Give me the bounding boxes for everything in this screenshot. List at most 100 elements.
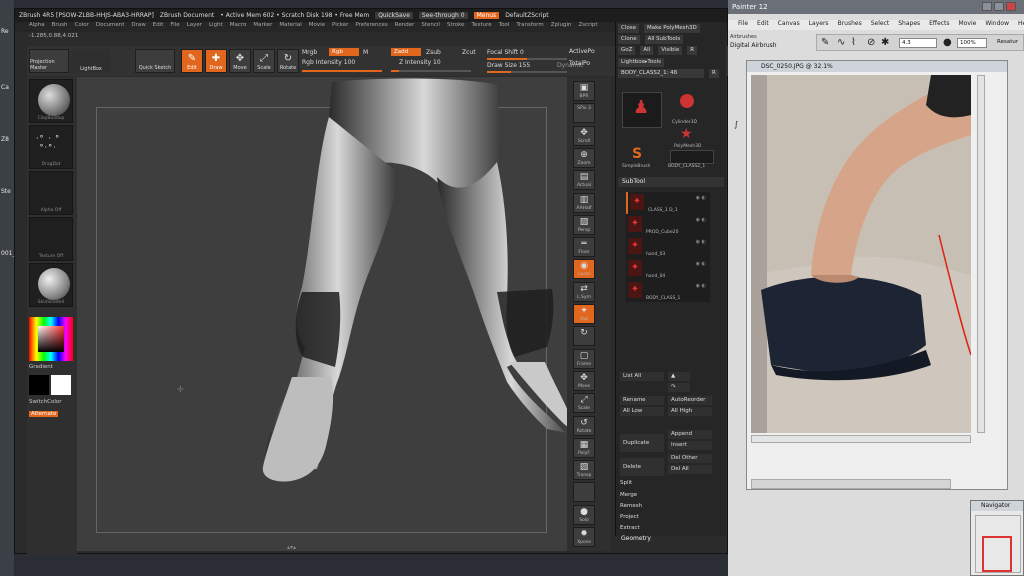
shelf-button-polyf[interactable]: ▦ PolyF — [573, 437, 595, 458]
visibility-icon[interactable]: ◉ ◐ — [696, 239, 706, 245]
desktop-icon-label[interactable]: Re — [1, 28, 9, 35]
shelf-button-persp[interactable]: ▧ Persp — [573, 214, 595, 235]
desktop-icon-label[interactable]: Ste — [1, 188, 11, 195]
material-selector[interactable]: SkinShade4 — [29, 263, 73, 307]
menu-item[interactable]: Zscript — [578, 22, 597, 32]
draw-button[interactable]: ✚ Draw — [205, 49, 227, 73]
freehand-icon[interactable]: ⌇ — [851, 37, 856, 48]
document-canvas[interactable]: ▴▾▴ — [77, 77, 587, 551]
duplicate-button[interactable]: Duplicate — [620, 434, 664, 452]
size-field[interactable]: 4.3 — [899, 38, 937, 48]
alpha-selector[interactable]: Alpha Off — [29, 171, 73, 215]
texture-selector[interactable]: Texture Off — [29, 217, 73, 261]
goz-button[interactable]: GoZ — [618, 46, 636, 55]
edit-button[interactable]: ✎ Edit — [181, 49, 203, 73]
shelf-button-scale[interactable]: ⤢ Scale — [573, 393, 595, 414]
shelf-button-zoom[interactable]: ⊕ Zoom — [573, 147, 595, 168]
menu-item[interactable]: Material — [279, 22, 301, 32]
tool-thumb-body-class[interactable] — [670, 150, 714, 164]
painter-menu-item[interactable]: Effects — [929, 20, 949, 30]
menu-item[interactable]: Stroke — [447, 22, 465, 32]
menu-item[interactable]: Color — [75, 22, 89, 32]
desktop-icon-label[interactable]: Z8 — [1, 136, 9, 143]
canvas-scroll-handle[interactable]: ▴▾▴ — [287, 544, 296, 551]
desktop-icon-label[interactable]: Ca — [1, 84, 9, 91]
rgb-button[interactable]: Rgb — [329, 48, 359, 56]
z-intensity-slider[interactable]: Z Intensity 10 — [399, 59, 441, 66]
zcut-button[interactable]: Zcut — [462, 49, 476, 56]
move-down-button[interactable]: ↷ — [668, 383, 690, 392]
goz-r-button[interactable]: R — [687, 46, 698, 55]
clone-button[interactable]: Clone — [618, 35, 640, 44]
brush-selector[interactable]: ClayBuildup — [29, 79, 73, 123]
quick-sketch-button[interactable]: Quick Sketch — [135, 49, 175, 73]
all-low-button[interactable]: All Low — [620, 407, 664, 416]
current-tool-slider[interactable]: BODY_CLASS2_1: 48 — [618, 69, 704, 78]
zadd-button[interactable]: Zadd — [391, 48, 421, 56]
close-button[interactable] — [1006, 2, 1016, 11]
color-square[interactable] — [38, 326, 64, 352]
menu-item[interactable]: Zplugin — [551, 22, 572, 32]
shelf-button-solo[interactable]: ● Solo — [573, 504, 595, 525]
focal-shift-slider[interactable]: Focal Shift 0 — [487, 49, 524, 56]
subtool-header[interactable]: SubTool — [618, 177, 724, 187]
menu-item[interactable]: Marker — [253, 22, 272, 32]
alternate-button[interactable]: Alternate — [29, 411, 59, 417]
subtool-row[interactable]: ✦ ◉ ◐ BODY_CLASS_1 — [626, 280, 710, 302]
m-button[interactable]: M — [363, 49, 368, 56]
draw-size-track[interactable] — [487, 71, 567, 73]
split-button[interactable]: Split — [620, 480, 632, 486]
tool-r-button[interactable]: R — [709, 69, 719, 78]
painter-menu-item[interactable]: Window — [985, 20, 1009, 30]
reference-photo[interactable] — [751, 75, 971, 433]
see-through-slider[interactable]: See-through 0 — [418, 12, 468, 19]
list-all-button[interactable]: List All — [620, 372, 664, 381]
draw-size-slider[interactable]: Draw Size 155 — [487, 62, 530, 69]
autoreorder-button[interactable]: AutoReorder — [668, 396, 712, 405]
shelf-button-xpose[interactable]: ✸ Xpose — [573, 527, 595, 547]
visibility-icon[interactable]: ◉ ◐ — [696, 283, 706, 289]
menu-item[interactable]: Edit — [153, 22, 164, 32]
focal-shift-track[interactable] — [487, 58, 567, 60]
lightbox-button[interactable]: LightBox — [71, 49, 111, 73]
shelf-button-bpr[interactable]: ▣ BPR — [573, 81, 595, 101]
shelf-button-blank[interactable]: ↻ — [573, 326, 595, 347]
main-color-swatch[interactable] — [51, 375, 71, 395]
switch-color-button[interactable]: SwitchColor — [29, 399, 62, 405]
subtool-row[interactable]: ✦ ◉ ◐ hand_04 — [626, 258, 710, 280]
stroke-selector[interactable]: ·° · ° °·°· DragDot — [29, 125, 73, 169]
extract-button[interactable]: Extract — [620, 525, 640, 531]
menu-item[interactable]: Tool — [499, 22, 510, 32]
default-zscript-button[interactable]: DefaultZScript — [505, 12, 548, 19]
maximize-button[interactable] — [994, 2, 1004, 11]
menu-item[interactable]: Stencil — [421, 22, 440, 32]
menu-item[interactable]: Light — [209, 22, 223, 32]
painter-menu-item[interactable]: Help — [1018, 20, 1024, 30]
subtool-row[interactable]: ✦ ◉ ◐ hand_03 — [626, 236, 710, 258]
menu-item[interactable]: Draw — [131, 22, 145, 32]
painter-menu-item[interactable]: Edit — [757, 20, 769, 30]
menus-button[interactable]: Menus — [473, 12, 500, 19]
tool-thumb-cylinder[interactable] — [672, 92, 702, 122]
vertical-scrollbar[interactable] — [977, 75, 985, 433]
secondary-color-swatch[interactable] — [29, 375, 49, 395]
rgb-intensity-slider[interactable]: Rgb Intensity 100 — [302, 59, 355, 66]
move-up-button[interactable]: ▲ — [668, 372, 690, 381]
shelf-button-local[interactable]: ◉ Local — [573, 259, 595, 280]
reset-tool-icon[interactable]: ⊘ — [867, 37, 875, 48]
painter-menu-item[interactable]: Select — [871, 20, 890, 30]
del-other-button[interactable]: Del Other — [668, 454, 712, 463]
remesh-button[interactable]: Remesh — [620, 503, 642, 509]
shelf-button-blank[interactable] — [573, 482, 595, 503]
projection-master-button[interactable]: Projection Master — [29, 49, 69, 73]
visibility-icon[interactable]: ◉ ◐ — [696, 195, 706, 201]
opacity-icon[interactable]: ● — [943, 37, 952, 48]
move-button[interactable]: ✥ Move — [229, 49, 251, 73]
shelf-button-lsym[interactable]: ⇄ L.Sym — [573, 281, 595, 302]
menu-item[interactable]: Layer — [187, 22, 202, 32]
painter-menu-item[interactable]: Shapes — [898, 20, 920, 30]
shelf-button-frame[interactable]: ▢ Frame — [573, 348, 595, 369]
navigator-view-box[interactable] — [982, 536, 1012, 572]
painter-menu-item[interactable]: Brushes — [838, 20, 862, 30]
menu-item[interactable]: Brush — [52, 22, 68, 32]
